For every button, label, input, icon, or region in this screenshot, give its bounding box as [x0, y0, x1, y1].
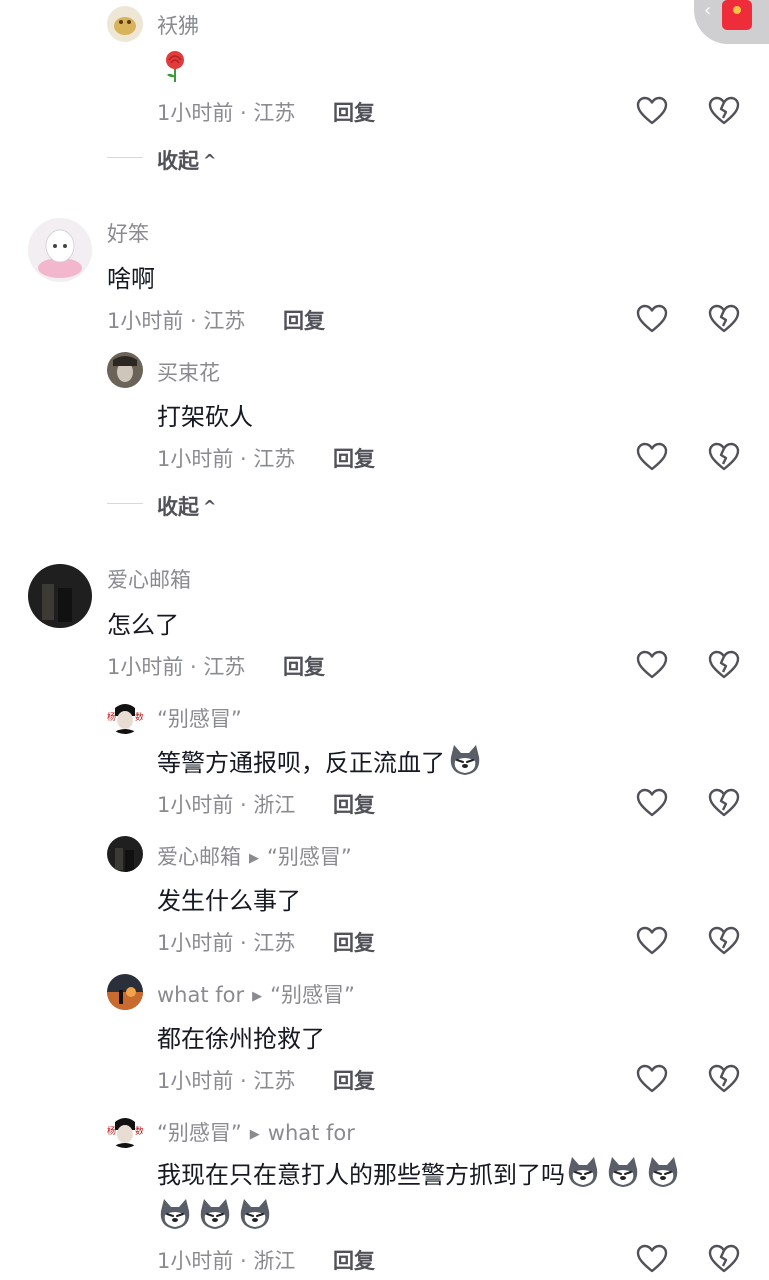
husky-dog-emoji — [197, 1197, 233, 1233]
comment-text: 啥啊 — [107, 265, 155, 293]
comment-time-location: 1小时前 · 江苏 — [107, 309, 246, 333]
broken-heart-icon[interactable] — [708, 304, 740, 334]
play-arrow-icon: ▶ — [249, 1127, 260, 1142]
collapse-label: 收起 — [157, 149, 199, 173]
reply-button[interactable]: 回复 — [333, 1065, 375, 1095]
comment-text: 怎么了 — [107, 611, 179, 639]
chevron-left-icon: ‹ — [704, 0, 712, 21]
husky-dog-emoji — [645, 1155, 681, 1191]
comment-time-location: 1小时前 · 江苏 — [157, 447, 296, 471]
comment-time-location: 1小时前 · 江苏 — [157, 1069, 296, 1093]
svg-text:杨: 杨 — [107, 711, 116, 723]
heart-outline-icon[interactable] — [636, 442, 668, 472]
heart-outline-icon[interactable] — [636, 1244, 668, 1274]
collapse-divider — [107, 157, 143, 158]
reply-button[interactable]: 回复 — [333, 927, 375, 957]
reply-author-name[interactable]: 袄狒 — [157, 10, 199, 40]
reply-text: 打架砍人 — [157, 403, 253, 431]
reply-text: 我现在只在意打人的那些警方抓到了吗 — [157, 1155, 685, 1191]
play-arrow-icon: ▶ — [249, 851, 259, 866]
reply-button[interactable]: 回复 — [333, 97, 375, 127]
chevron-up-icon: ^ — [203, 497, 217, 516]
chevron-up-icon: ^ — [203, 151, 217, 170]
reply-button[interactable]: 回复 — [283, 305, 325, 335]
broken-heart-icon[interactable] — [708, 926, 740, 956]
avatar[interactable] — [107, 6, 143, 42]
reply-author[interactable]: “别感冒” — [157, 1121, 242, 1145]
reply-author[interactable]: what for — [157, 983, 244, 1007]
heart-outline-icon[interactable] — [636, 926, 668, 956]
broken-heart-icon[interactable] — [708, 788, 740, 818]
reply-author-name[interactable]: “别感冒” — [157, 703, 242, 733]
avatar[interactable] — [107, 974, 143, 1010]
collapse-divider — [107, 503, 143, 504]
heart-outline-icon[interactable] — [636, 96, 668, 126]
avatar[interactable]: 杨数 — [107, 1112, 143, 1148]
reply-to-author[interactable]: what for — [268, 1121, 355, 1145]
reply-author[interactable]: 爱心邮箱 — [157, 845, 241, 869]
comment-author-name[interactable]: 好笨 — [107, 218, 149, 248]
heart-outline-icon[interactable] — [636, 650, 668, 680]
reply-button[interactable]: 回复 — [333, 1245, 375, 1275]
reply-button[interactable]: 回复 — [333, 789, 375, 819]
collapse-button[interactable]: 收起 ^ — [157, 145, 216, 175]
reply-to-author[interactable]: “别感冒” — [267, 845, 352, 869]
reply-author-name: what for ▶ “别感冒” — [157, 979, 355, 1009]
husky-dog-emoji — [565, 1155, 601, 1191]
play-arrow-icon: ▶ — [252, 989, 263, 1004]
reply-to-author[interactable]: “别感冒” — [270, 983, 355, 1007]
husky-dog-emoji — [605, 1155, 641, 1191]
reply-author-name: 爱心邮箱 ▶ “别感冒” — [157, 841, 352, 871]
broken-heart-icon[interactable] — [708, 1064, 740, 1094]
reply-text: 等警方通报呗，反正流血了 — [157, 743, 487, 779]
reply-author-name[interactable]: 买束花 — [157, 357, 220, 387]
comment-time-location: 1小时前 · 浙江 — [157, 793, 296, 817]
heart-outline-icon[interactable] — [636, 304, 668, 334]
heart-outline-icon[interactable] — [636, 1064, 668, 1094]
collapse-label: 收起 — [157, 495, 199, 519]
red-packet-icon — [722, 0, 752, 30]
collapse-button[interactable]: 收起 ^ — [157, 491, 216, 521]
avatar[interactable] — [28, 218, 92, 282]
svg-text:数: 数 — [135, 1125, 143, 1137]
avatar[interactable] — [28, 564, 92, 628]
husky-dog-emoji — [237, 1197, 273, 1233]
avatar[interactable] — [107, 836, 143, 872]
heart-outline-icon[interactable] — [636, 788, 668, 818]
reply-author-name: “别感冒” ▶ what for — [157, 1117, 355, 1147]
comment-author-name[interactable]: 爱心邮箱 — [107, 564, 191, 594]
broken-heart-icon[interactable] — [708, 96, 740, 126]
broken-heart-icon[interactable] — [708, 650, 740, 680]
avatar[interactable]: 杨数 — [107, 698, 143, 734]
reply-text-emoji-line — [157, 1197, 277, 1233]
comment-time-location: 1小时前 · 浙江 — [157, 1249, 296, 1273]
reply-text-content: 等警方通报呗，反正流血了 — [157, 749, 445, 777]
reply-text: 发生什么事了 — [157, 887, 301, 915]
svg-text:数: 数 — [135, 711, 143, 723]
reply-text-content: 我现在只在意打人的那些警方抓到了吗 — [157, 1161, 565, 1189]
comment-time-location: 1小时前 · 江苏 — [157, 931, 296, 955]
rose-emoji — [160, 48, 190, 84]
husky-dog-emoji — [447, 743, 483, 779]
comment-time-location: 1小时前 · 江苏 — [157, 101, 296, 125]
husky-dog-emoji — [157, 1197, 193, 1233]
broken-heart-icon[interactable] — [708, 442, 740, 472]
reply-button[interactable]: 回复 — [333, 443, 375, 473]
red-packet-float-button[interactable]: ‹ — [694, 0, 769, 44]
reply-button[interactable]: 回复 — [283, 651, 325, 681]
svg-text:杨: 杨 — [107, 1125, 116, 1137]
broken-heart-icon[interactable] — [708, 1244, 740, 1274]
reply-text: 都在徐州抢救了 — [157, 1025, 325, 1053]
avatar[interactable] — [107, 352, 143, 388]
comment-time-location: 1小时前 · 江苏 — [107, 655, 246, 679]
